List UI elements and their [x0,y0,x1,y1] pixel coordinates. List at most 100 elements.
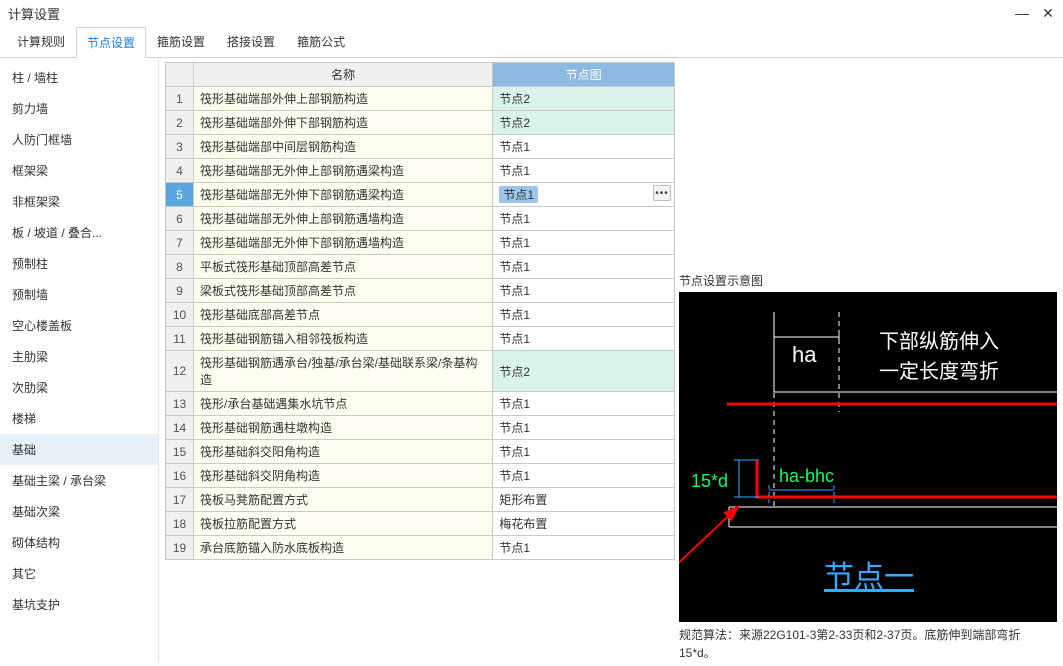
row-number[interactable]: 15 [166,440,194,464]
sidebar-item[interactable]: 预制墙 [0,279,158,310]
category-sidebar: 柱 / 墙柱剪力墙人防门框墙框架梁非框架梁板 / 坡道 / 叠合...预制柱预制… [0,58,159,662]
row-name[interactable]: 筏板马凳筋配置方式 [193,488,492,512]
row-number[interactable]: 7 [166,231,194,255]
row-number[interactable]: 17 [166,488,194,512]
row-name[interactable]: 筏形基础底部高差节点 [193,303,492,327]
sidebar-item[interactable]: 基础 [0,434,158,465]
label-line2: 一定长度弯折 [879,360,999,383]
row-name[interactable]: 筏板拉筋配置方式 [193,512,492,536]
row-number[interactable]: 5 [166,183,194,207]
sidebar-item[interactable]: 砌体结构 [0,527,158,558]
row-name[interactable]: 筏形基础钢筋遇柱墩构造 [193,416,492,440]
tab-lap-setting[interactable]: 搭接设置 [216,26,286,57]
row-number[interactable]: 11 [166,327,194,351]
row-number[interactable]: 6 [166,207,194,231]
row-node-value[interactable]: 节点1 [493,392,675,416]
sidebar-item[interactable]: 基础主梁 / 承台梁 [0,465,158,496]
row-number[interactable]: 16 [166,464,194,488]
diagram-caption: 规范算法：来源22G101-3第2-33页和2-37页。底筋伸到端部弯折15*d… [679,622,1057,666]
tab-stirrup-setting[interactable]: 箍筋设置 [146,26,216,57]
row-name[interactable]: 筏形基础端部无外伸上部钢筋遇墙构造 [193,207,492,231]
row-node-value[interactable]: 节点1 [493,416,675,440]
label-node-name: 节点一 [824,561,914,594]
selected-node-pill: 节点1 [499,186,538,203]
row-node-value[interactable]: 节点1 [493,279,675,303]
tab-calc-rule[interactable]: 计算规则 [6,26,76,57]
sidebar-item[interactable]: 空心楼盖板 [0,310,158,341]
settings-table: 名称 节点图 1筏形基础端部外伸上部钢筋构造节点22筏形基础端部外伸下部钢筋构造… [165,62,675,560]
label-ha: ha [792,342,817,367]
row-node-value[interactable]: 节点1 [493,440,675,464]
row-name[interactable]: 筏形基础端部外伸下部钢筋构造 [193,111,492,135]
row-name[interactable]: 筏形基础钢筋锚入相邻筏板构造 [193,327,492,351]
row-number[interactable]: 3 [166,135,194,159]
row-node-value[interactable]: 节点1 ••• [493,183,675,207]
row-name[interactable]: 筏形基础端部无外伸下部钢筋遇墙构造 [193,231,492,255]
sidebar-item[interactable]: 非框架梁 [0,186,158,217]
sidebar-item[interactable]: 基础次梁 [0,496,158,527]
header-blank [166,63,194,87]
window-title: 计算设置 [8,4,60,23]
diagram-title: 节点设置示意图 [679,270,1057,292]
row-node-value[interactable]: 梅花布置 [493,512,675,536]
row-name[interactable]: 筏形基础斜交阳角构造 [193,440,492,464]
row-name[interactable]: 平板式筏形基础顶部高差节点 [193,255,492,279]
row-name[interactable]: 梁板式筏形基础顶部高差节点 [193,279,492,303]
row-name[interactable]: 筏形基础端部无外伸下部钢筋遇梁构造 [193,183,492,207]
tab-bar: 计算规则 节点设置 箍筋设置 搭接设置 箍筋公式 [0,26,1063,58]
tab-stirrup-formula[interactable]: 箍筋公式 [286,26,356,57]
row-node-value[interactable]: 节点1 [493,159,675,183]
row-number[interactable]: 18 [166,512,194,536]
row-number[interactable]: 13 [166,392,194,416]
row-name[interactable]: 筏形基础端部中间层钢筋构造 [193,135,492,159]
sidebar-item[interactable]: 预制柱 [0,248,158,279]
row-number[interactable]: 14 [166,416,194,440]
row-node-value[interactable]: 节点1 [493,207,675,231]
row-number[interactable]: 10 [166,303,194,327]
row-number[interactable]: 4 [166,159,194,183]
row-node-value[interactable]: 矩形布置 [493,488,675,512]
row-node-value[interactable]: 节点1 [493,135,675,159]
row-node-value[interactable]: 节点2 [493,111,675,135]
row-name[interactable]: 筏形基础钢筋遇承台/独基/承台梁/基础联系梁/条基构造 [193,351,492,392]
row-node-value[interactable]: 节点1 [493,303,675,327]
minimize-button[interactable]: — [1015,5,1029,21]
sidebar-item[interactable]: 基坑支护 [0,589,158,620]
sidebar-item[interactable]: 柱 / 墙柱 [0,62,158,93]
row-number[interactable]: 1 [166,87,194,111]
sidebar-item[interactable]: 次肋梁 [0,372,158,403]
row-name[interactable]: 承台底筋锚入防水底板构造 [193,536,492,560]
row-number[interactable]: 12 [166,351,194,392]
row-name[interactable]: 筏形基础斜交阴角构造 [193,464,492,488]
row-node-value[interactable]: 节点1 [493,231,675,255]
dots-icon: ••• [655,188,669,199]
sidebar-item[interactable]: 板 / 坡道 / 叠合... [0,217,158,248]
sidebar-item[interactable]: 其它 [0,558,158,589]
close-button[interactable]: ✕ [1041,5,1055,22]
row-node-value[interactable]: 节点1 [493,255,675,279]
sidebar-item[interactable]: 主肋梁 [0,341,158,372]
row-number[interactable]: 2 [166,111,194,135]
row-node-value[interactable]: 节点1 [493,464,675,488]
node-more-button[interactable]: ••• [653,185,671,201]
row-number[interactable]: 19 [166,536,194,560]
row-node-value[interactable]: 节点1 [493,536,675,560]
node-diagram: ha 下部纵筋伸入 一定长度弯折 15*d ha-bhc [679,292,1057,622]
tab-node-setting[interactable]: 节点设置 [76,27,146,58]
sidebar-item[interactable]: 人防门框墙 [0,124,158,155]
label-15d: 15*d [691,471,728,491]
sidebar-item[interactable]: 框架梁 [0,155,158,186]
row-node-value[interactable]: 节点2 [493,87,675,111]
sidebar-item[interactable]: 楼梯 [0,403,158,434]
label-line1: 下部纵筋伸入 [879,330,999,353]
row-number[interactable]: 8 [166,255,194,279]
label-habhc: ha-bhc [779,466,834,486]
row-node-value[interactable]: 节点1 [493,327,675,351]
row-number[interactable]: 9 [166,279,194,303]
row-name[interactable]: 筏形/承台基础遇集水坑节点 [193,392,492,416]
header-node: 节点图 [493,63,675,87]
row-name[interactable]: 筏形基础端部无外伸上部钢筋遇梁构造 [193,159,492,183]
sidebar-item[interactable]: 剪力墙 [0,93,158,124]
row-name[interactable]: 筏形基础端部外伸上部钢筋构造 [193,87,492,111]
row-node-value[interactable]: 节点2 [493,351,675,392]
